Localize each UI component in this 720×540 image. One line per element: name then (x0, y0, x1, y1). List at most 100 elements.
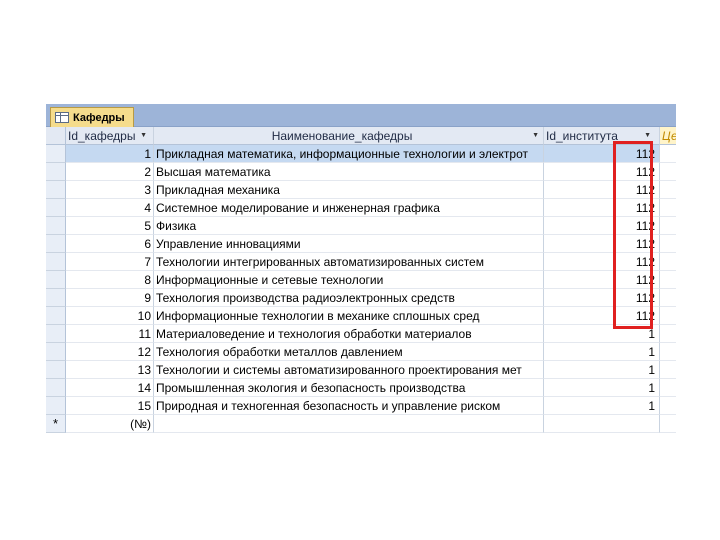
cell-extra[interactable] (660, 217, 676, 235)
cell-name[interactable]: Технология производства радиоэлектронных… (154, 289, 544, 307)
cell-extra[interactable] (660, 145, 676, 163)
new-record-name-cell[interactable] (154, 415, 544, 433)
cell-institute[interactable]: 1 (544, 397, 660, 415)
table-row[interactable]: 4 Системное моделирование и инженерная гр… (46, 199, 676, 217)
record-selector[interactable] (46, 253, 66, 271)
cell-id[interactable]: 13 (66, 361, 154, 379)
table-row[interactable]: 3 Прикладная механика 112 (46, 181, 676, 199)
record-selector[interactable] (46, 163, 66, 181)
record-selector[interactable] (46, 343, 66, 361)
cell-institute[interactable]: 1 (544, 343, 660, 361)
table-row[interactable]: 7 Технологии интегрированных автоматизиро… (46, 253, 676, 271)
new-record-extra-cell[interactable] (660, 415, 676, 433)
cell-name[interactable]: Технологии и системы автоматизированного… (154, 361, 544, 379)
cell-id[interactable]: 7 (66, 253, 154, 271)
record-selector[interactable] (46, 181, 66, 199)
cell-name[interactable]: Физика (154, 217, 544, 235)
cell-name[interactable]: Прикладная механика (154, 181, 544, 199)
cell-id[interactable]: 6 (66, 235, 154, 253)
cell-id[interactable]: 14 (66, 379, 154, 397)
cell-name[interactable]: Управление инновациями (154, 235, 544, 253)
record-selector[interactable] (46, 289, 66, 307)
cell-extra[interactable] (660, 235, 676, 253)
cell-extra[interactable] (660, 163, 676, 181)
record-selector[interactable] (46, 235, 66, 253)
cell-extra[interactable] (660, 325, 676, 343)
record-selector[interactable] (46, 361, 66, 379)
cell-extra[interactable] (660, 289, 676, 307)
column-header-id-label: Id_кафедры (68, 129, 136, 143)
cell-institute[interactable]: 1 (544, 379, 660, 397)
header-row: Id_кафедры ▼ Наименование_кафедры ▼ Id_инс… (46, 127, 676, 145)
cell-name[interactable]: Информационные и сетевые технологии (154, 271, 544, 289)
cell-extra[interactable] (660, 397, 676, 415)
table-row[interactable]: 2 Высшая математика 112 (46, 163, 676, 181)
table-row[interactable]: 15 Природная и техногенная безопасность и… (46, 397, 676, 415)
cell-extra[interactable] (660, 379, 676, 397)
record-selector[interactable] (46, 307, 66, 325)
tab-kafedry[interactable]: Кафедры (50, 107, 134, 127)
new-record-institute-cell[interactable] (544, 415, 660, 433)
new-record-marker: * (52, 415, 59, 431)
cell-name[interactable]: Прикладная математика, информационные те… (154, 145, 544, 163)
record-selector[interactable] (46, 199, 66, 217)
table-row[interactable]: 1 Прикладная математика, информационные т… (46, 145, 676, 163)
cell-id[interactable]: 15 (66, 397, 154, 415)
record-selector[interactable] (46, 397, 66, 415)
table-icon (55, 112, 69, 123)
table-row[interactable]: 10 Информационные технологии в механике с… (46, 307, 676, 325)
record-selector[interactable] (46, 217, 66, 235)
new-record-row[interactable]: * (№) (46, 415, 676, 433)
table-row[interactable]: 13 Технологии и системы автоматизированно… (46, 361, 676, 379)
cell-name[interactable]: Технология обработки металлов давлением (154, 343, 544, 361)
select-all-corner[interactable] (46, 127, 66, 145)
record-selector[interactable] (46, 271, 66, 289)
cell-extra[interactable] (660, 253, 676, 271)
dropdown-arrow-icon[interactable]: ▼ (140, 127, 147, 144)
document-tab-bar: Кафедры (46, 104, 676, 127)
cell-extra[interactable] (660, 361, 676, 379)
column-header-name[interactable]: Наименование_кафедры ▼ (154, 127, 544, 145)
cell-id[interactable]: 10 (66, 307, 154, 325)
table-row[interactable]: 6 Управление инновациями 112 (46, 235, 676, 253)
cell-id[interactable]: 12 (66, 343, 154, 361)
cell-name[interactable]: Материаловедение и технология обработки … (154, 325, 544, 343)
new-record-selector[interactable]: * (46, 415, 66, 433)
table-row[interactable]: 14 Промышленная экология и безопасность п… (46, 379, 676, 397)
record-selector[interactable] (46, 325, 66, 343)
new-record-id-cell[interactable]: (№) (66, 415, 154, 433)
cell-id[interactable]: 3 (66, 181, 154, 199)
table-row[interactable]: 12 Технология обработки металлов давление… (46, 343, 676, 361)
cell-name[interactable]: Системное моделирование и инженерная гра… (154, 199, 544, 217)
cell-name[interactable]: Технологии интегрированных автоматизиров… (154, 253, 544, 271)
cell-id[interactable]: 2 (66, 163, 154, 181)
cell-name[interactable]: Промышленная экология и безопасность про… (154, 379, 544, 397)
table-row[interactable]: 5 Физика 112 (46, 217, 676, 235)
cell-id[interactable]: 5 (66, 217, 154, 235)
cell-extra[interactable] (660, 199, 676, 217)
column-header-extra[interactable]: Цел (660, 127, 676, 145)
datasheet-window: Кафедры Id_кафедры ▼ Наименование_кафедры… (46, 104, 676, 434)
dropdown-arrow-icon[interactable]: ▼ (532, 127, 539, 144)
cell-id[interactable]: 9 (66, 289, 154, 307)
cell-id[interactable]: 11 (66, 325, 154, 343)
record-selector[interactable] (46, 379, 66, 397)
cell-id[interactable]: 1 (66, 145, 154, 163)
cell-extra[interactable] (660, 181, 676, 199)
table-row[interactable]: 11 Материаловедение и технология обработк… (46, 325, 676, 343)
column-header-institute-label: Id_института (546, 129, 618, 143)
cell-extra[interactable] (660, 307, 676, 325)
cell-institute[interactable]: 1 (544, 361, 660, 379)
cell-name[interactable]: Информационные технологии в механике спл… (154, 307, 544, 325)
column-header-id[interactable]: Id_кафедры ▼ (66, 127, 154, 145)
record-selector[interactable] (46, 145, 66, 163)
cell-name[interactable]: Природная и техногенная безопасность и у… (154, 397, 544, 415)
cell-id[interactable]: 8 (66, 271, 154, 289)
cell-extra[interactable] (660, 343, 676, 361)
cell-id[interactable]: 4 (66, 199, 154, 217)
cell-extra[interactable] (660, 271, 676, 289)
table-row[interactable]: 9 Технология производства радиоэлектронны… (46, 289, 676, 307)
table-row[interactable]: 8 Информационные и сетевые технологии 112 (46, 271, 676, 289)
tab-label: Кафедры (73, 111, 125, 124)
cell-name[interactable]: Высшая математика (154, 163, 544, 181)
